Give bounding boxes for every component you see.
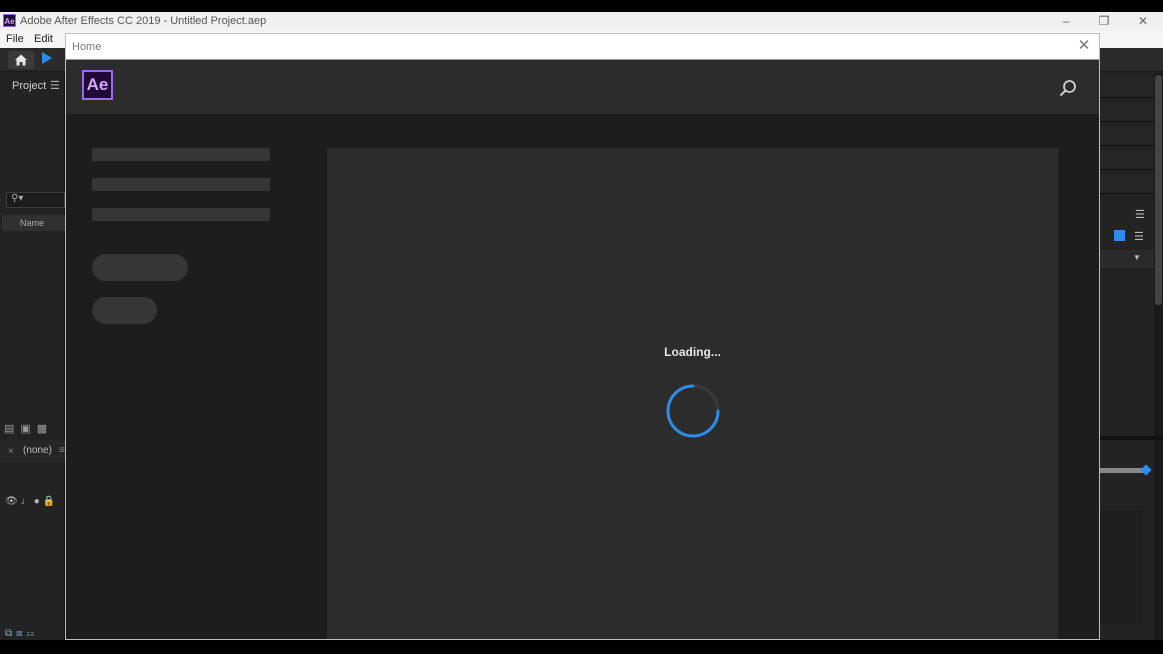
home-body: Loading... — [66, 114, 1099, 639]
chevron-down-icon: ▼ — [1133, 253, 1141, 262]
letterbox-top — [0, 0, 1163, 12]
grid-view-icon[interactable] — [1114, 230, 1125, 241]
panel-menu-icon[interactable]: ☰ — [50, 79, 60, 92]
home-dialog-title: Home — [72, 41, 102, 53]
menu-edit[interactable]: Edit — [34, 33, 53, 45]
close-icon[interactable]: ✕ — [1075, 37, 1093, 55]
home-content-area: Loading... — [327, 148, 1058, 639]
right-panel-row — [1100, 126, 1154, 146]
right-panel-row — [1100, 150, 1154, 170]
skeleton-line — [92, 148, 270, 161]
search-icon: ⚲▾ — [11, 193, 24, 204]
timeline-footer-icons[interactable]: ⧉⧈☷ — [5, 628, 38, 639]
window-title: Adobe After Effects CC 2019 - Untitled P… — [20, 15, 267, 27]
right-panel-row — [1100, 102, 1154, 122]
app-icon: Ae — [3, 14, 16, 27]
home-header: Ae — [66, 60, 1099, 114]
home-dialog: Home ✕ Ae Loading... — [65, 33, 1100, 640]
minimize-button[interactable]: – — [1047, 12, 1085, 31]
selection-tool-icon[interactable] — [42, 52, 52, 64]
search-icon[interactable] — [1059, 79, 1077, 97]
home-dialog-titlebar: Home ✕ — [66, 34, 1099, 60]
project-panel — [0, 73, 65, 640]
right-panel-dropdown[interactable] — [1100, 250, 1154, 268]
panel-divider — [1100, 436, 1163, 440]
project-footer-icons[interactable]: ▤▣▩ — [4, 422, 53, 435]
window-titlebar: Ae Adobe After Effects CC 2019 - Untitle… — [0, 12, 1163, 31]
timeline-tab-label: (none) — [23, 445, 52, 456]
home-icon — [15, 54, 27, 66]
timeline-tab[interactable]: × (none) ≡ — [0, 440, 65, 462]
skeleton-line — [92, 178, 270, 191]
skeleton-line — [92, 208, 270, 221]
right-lower-panel — [1100, 510, 1143, 624]
close-window-button[interactable]: ✕ — [1124, 12, 1162, 31]
panel-menu-icon[interactable]: ☰ — [1135, 208, 1145, 221]
scrollbar-thumb[interactable] — [1155, 75, 1162, 305]
ae-logo: Ae — [82, 70, 113, 100]
list-view-icon[interactable]: ☰ — [1134, 230, 1144, 243]
right-panel-row — [1100, 78, 1154, 98]
restore-button[interactable]: ❐ — [1085, 12, 1123, 31]
right-panel-row — [1100, 174, 1154, 194]
close-tab-icon[interactable]: × — [8, 446, 14, 457]
letterbox-bottom — [0, 640, 1163, 654]
zoom-slider[interactable] — [1100, 468, 1146, 473]
menu-file[interactable]: File — [6, 33, 24, 45]
project-panel-title[interactable]: Project — [12, 80, 46, 92]
loading-spinner-icon — [666, 384, 720, 438]
loading-text: Loading... — [664, 345, 721, 359]
home-button[interactable] — [8, 51, 34, 69]
tab-menu-icon[interactable]: ≡ — [59, 445, 65, 456]
layer-switch-icons[interactable]: 👁♩●🔒 — [5, 496, 58, 507]
skeleton-button — [92, 297, 157, 324]
name-column-header[interactable]: Name — [2, 215, 65, 231]
skeleton-button — [92, 254, 188, 281]
